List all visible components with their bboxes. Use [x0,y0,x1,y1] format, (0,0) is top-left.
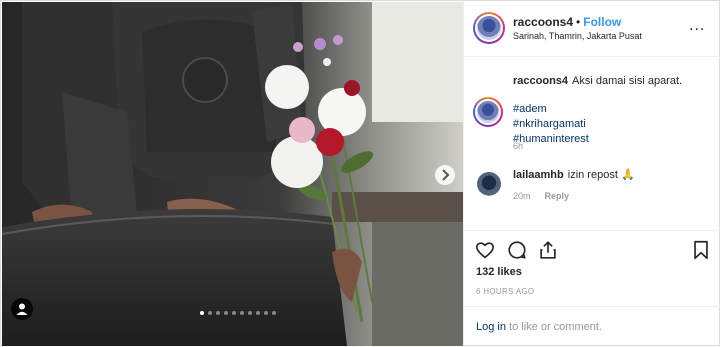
login-link[interactable]: Log in [476,321,506,333]
post-frame: raccoons4 • Follow Sarinah, Thamrin, Jakar… [0,0,720,347]
carousel-dot [208,311,212,315]
caption-time: 6h [513,141,524,151]
author-username[interactable]: raccoons4 [513,15,573,29]
chevron-right-icon [442,169,450,181]
author-avatar[interactable] [473,12,505,44]
hashtag-link[interactable]: #nkrihargamati [513,117,589,132]
post-location[interactable]: Sarinah, Thamrin, Jakarta Pusat [513,31,642,41]
post-sidebar: raccoons4 • Follow Sarinah, Thamrin, Jakar… [463,1,720,347]
heart-icon[interactable] [474,239,496,261]
hashtag-list: #adem #nkrihargamati #humaninterest [513,102,589,147]
carousel-dot [200,311,204,315]
comment-icon[interactable] [506,239,528,261]
carousel-dot [240,311,244,315]
share-icon[interactable] [537,239,559,261]
comment-line: lailaamhb izin repost 🙏 [513,168,635,181]
carousel-dot [256,311,260,315]
bookmark-icon[interactable] [690,239,712,261]
comment-time: 20m [513,191,531,201]
like-count[interactable]: 132 likes [476,266,522,278]
post-photo[interactable] [2,2,463,346]
action-bar [464,230,720,270]
carousel-dot [216,311,220,315]
carousel-dot [272,311,276,315]
login-bar: Log in to like or comment. [464,306,720,347]
follow-button[interactable]: Follow [583,15,621,29]
user-tag-icon [16,303,28,315]
login-prompt-text: to like or comment. [505,321,602,333]
comment-username[interactable]: lailaamhb [513,169,564,181]
caption-username[interactable]: raccoons4 [513,75,568,87]
tagged-users-button[interactable] [11,298,33,320]
comment-meta: 20m Reply [513,191,583,201]
carousel-dot [232,311,236,315]
carousel-indicator [200,311,276,315]
author-line: raccoons4 • Follow [513,15,621,29]
next-slide-button[interactable] [435,165,455,185]
separator-dot: • [576,15,581,29]
post-header: raccoons4 • Follow Sarinah, Thamrin, Jakar… [464,1,720,57]
caption-avatar[interactable] [473,97,503,127]
reply-button[interactable]: Reply [545,191,570,201]
commenter-avatar[interactable] [477,172,501,196]
hashtag-link[interactable]: #humaninterest [513,132,589,147]
more-options-button[interactable]: ... [689,17,705,35]
caption-line: raccoons4 Aksi damai sisi aparat. [513,75,682,87]
comment-text: izin repost 🙏 [567,169,635,181]
carousel-dot [248,311,252,315]
post-timestamp[interactable]: 6 HOURS AGO [476,287,534,296]
login-prompt: Log in to like or comment. [476,321,602,333]
caption-text: Aksi damai sisi aparat. [572,75,683,87]
hashtag-link[interactable]: #adem [513,102,589,117]
carousel-dot [264,311,268,315]
carousel-dot [224,311,228,315]
photo-illustration [2,2,463,346]
